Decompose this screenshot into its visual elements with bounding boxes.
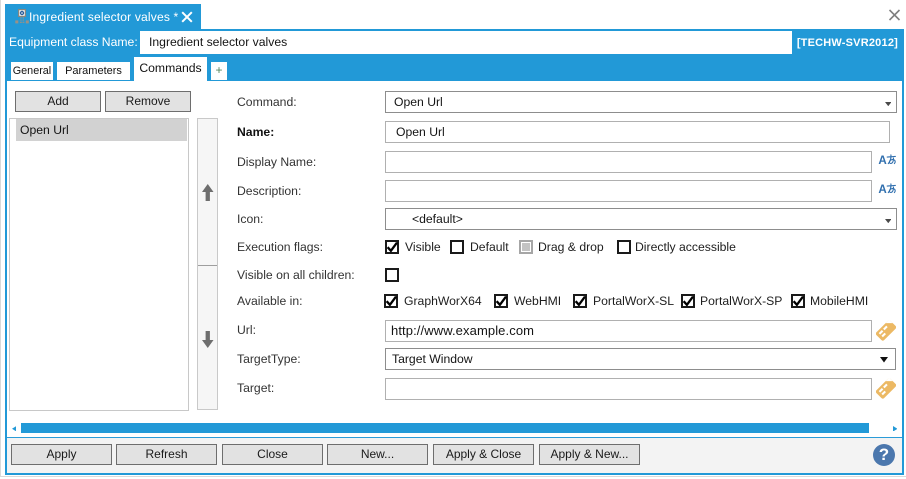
svg-text:A: A bbox=[878, 183, 887, 195]
svg-text:A: A bbox=[878, 154, 887, 166]
